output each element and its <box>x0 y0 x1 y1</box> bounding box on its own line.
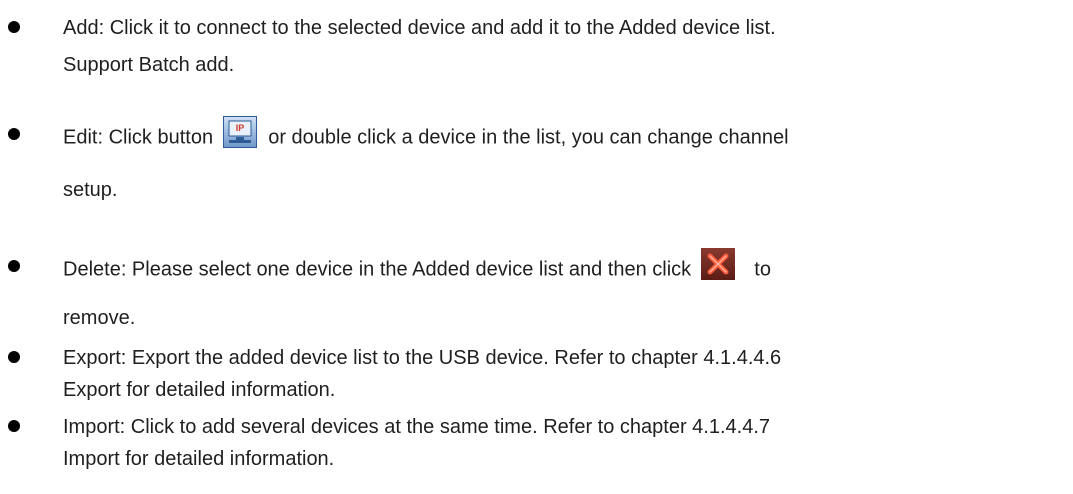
export-line-1: Export: Export the added device list to … <box>63 347 782 369</box>
bullet <box>8 128 20 140</box>
import-line-1: Import: Click to add several devices at … <box>63 416 771 438</box>
bullet <box>8 260 20 272</box>
import-line-2: Import for detailed information. <box>63 448 335 470</box>
bullet <box>8 21 20 33</box>
svg-text:IP: IP <box>235 123 244 133</box>
bullet <box>8 420 20 432</box>
document-page: Add: Click it to connect to the selected… <box>0 0 1073 494</box>
ip-edit-icon: IP <box>222 116 257 148</box>
delete-text-before: Delete: Please select one device in the … <box>63 258 692 281</box>
delete-line-2: remove. <box>63 307 136 329</box>
delete-text-after: to <box>754 258 771 281</box>
delete-x-icon <box>700 248 735 280</box>
add-line-2: Support Batch add. <box>63 54 235 76</box>
edit-line-2: setup. <box>63 179 118 201</box>
delete-line-1: Delete: Please select one device in the … <box>63 248 771 286</box>
edit-text-after: or double click a device in the list, yo… <box>268 126 789 149</box>
add-line-1: Add: Click it to connect to the selected… <box>63 17 776 39</box>
export-line-2: Export for detailed information. <box>63 379 336 401</box>
edit-text-before: Edit: Click button <box>63 126 214 149</box>
edit-line-1: Edit: Click button IP or double click a … <box>63 116 789 154</box>
bullet <box>8 351 20 363</box>
